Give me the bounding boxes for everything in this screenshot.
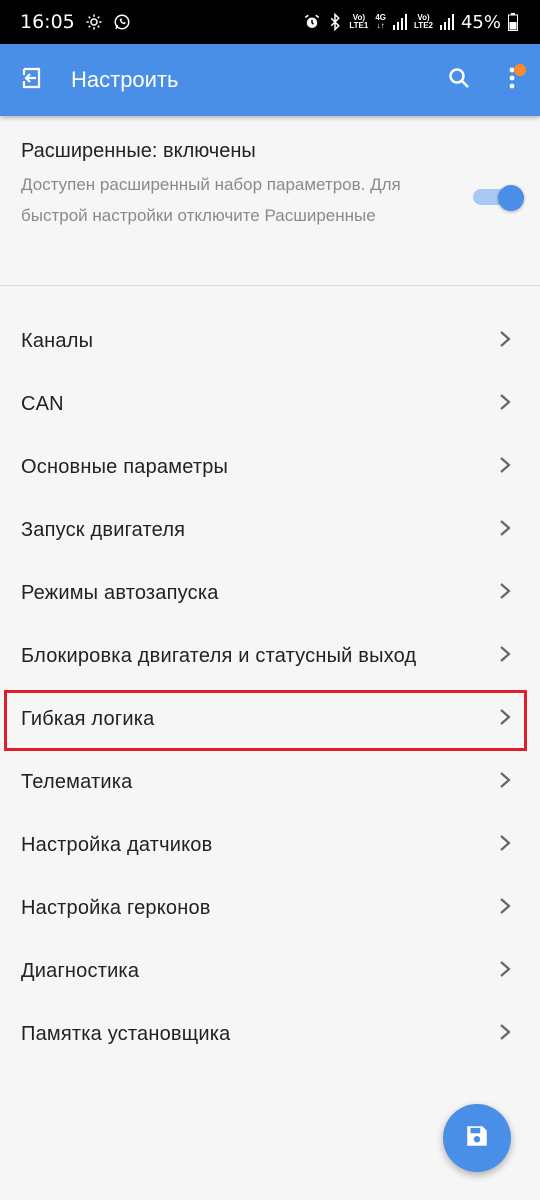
menu-item-sensors[interactable]: Настройка датчиков (0, 814, 540, 877)
bluetooth-icon (328, 13, 342, 31)
chevron-right-icon (500, 771, 511, 788)
menu-item-label: Запуск двигателя (21, 519, 186, 541)
chevron-right-icon (500, 960, 511, 977)
menu-item-engine-start[interactable]: Запуск двигателя (0, 499, 540, 562)
menu-item-label: Каналы (21, 330, 94, 352)
menu-item-flex-logic[interactable]: Гибкая логика (0, 688, 540, 751)
network-type: 4G ↓↑ (375, 13, 387, 30)
menu-item-channels[interactable]: Каналы (0, 310, 540, 373)
alarm-icon (303, 13, 321, 31)
chevron-right-icon (500, 897, 511, 914)
signal-icon (393, 14, 408, 30)
sim1-volte: Vo) LTE1 (349, 13, 369, 30)
advanced-title: Расширенные: включены (21, 140, 256, 162)
menu-item-label: Основные параметры (21, 456, 229, 478)
search-icon (447, 66, 471, 95)
status-time: 16:05 (20, 11, 75, 33)
chevron-right-icon (500, 519, 511, 536)
menu-item-label: Настройка герконов (21, 897, 211, 919)
signal-icon (439, 14, 454, 30)
menu-item-label: Режимы автозапуска (21, 582, 219, 604)
menu-item-label: CAN (21, 393, 64, 415)
exit-icon (20, 66, 44, 95)
page-title: Настроить (71, 67, 179, 92)
menu-item-label: Гибкая логика (21, 708, 155, 730)
battery-percent: 45% (460, 11, 501, 33)
save-icon (464, 1123, 490, 1154)
menu-item-label: Диагностика (21, 960, 140, 982)
menu-item-label: Памятка установщика (21, 1023, 231, 1045)
menu-item-engine-block[interactable]: Блокировка двигателя и статусный выход (0, 625, 540, 688)
chevron-right-icon (500, 834, 511, 851)
menu-item-label: Блокировка двигателя и статусный выход (21, 645, 417, 667)
app-bar: Настроить (0, 44, 540, 116)
status-bar: 16:05 Vo) LTE1 4G ↓↑ Vo) LTE2 45% (0, 0, 540, 44)
menu-item-reed-switches[interactable]: Настройка герконов (0, 877, 540, 940)
gear-icon (85, 13, 103, 31)
whatsapp-icon (113, 13, 131, 31)
menu-item-can[interactable]: CAN (0, 373, 540, 436)
toggle-thumb (498, 185, 524, 211)
chevron-right-icon (500, 393, 511, 410)
chevron-right-icon (500, 456, 511, 473)
menu-item-telematics[interactable]: Телематика (0, 751, 540, 814)
chevron-right-icon (500, 708, 511, 725)
more-options-button[interactable] (484, 44, 540, 116)
search-button[interactable] (434, 44, 484, 116)
chevron-right-icon (500, 330, 511, 347)
status-left: 16:05 (20, 11, 131, 33)
exit-button[interactable] (0, 44, 64, 116)
divider (0, 285, 540, 286)
sim2-volte: Vo) LTE2 (414, 13, 433, 30)
advanced-toggle[interactable] (473, 185, 524, 211)
save-button[interactable] (443, 1104, 511, 1172)
menu-item-installer-memo[interactable]: Памятка установщика (0, 1003, 540, 1066)
menu-item-label: Настройка датчиков (21, 834, 213, 856)
chevron-right-icon (500, 645, 511, 662)
notification-dot (514, 64, 526, 76)
menu-item-main-params[interactable]: Основные параметры (0, 436, 540, 499)
chevron-right-icon (500, 582, 511, 599)
menu-item-autostart-modes[interactable]: Режимы автозапуска (0, 562, 540, 625)
advanced-settings-row[interactable]: Расширенные: включены Доступен расширенн… (0, 116, 540, 286)
chevron-right-icon (500, 1023, 511, 1040)
settings-menu-list: Каналы CAN Основные параметры Запуск дви… (0, 310, 540, 1066)
battery-icon (508, 13, 518, 31)
status-right: Vo) LTE1 4G ↓↑ Vo) LTE2 45% (303, 12, 518, 33)
menu-item-diagnostics[interactable]: Диагностика (0, 940, 540, 1003)
advanced-description: Доступен расширенный набор параметров. Д… (21, 175, 401, 225)
menu-item-label: Телематика (21, 771, 133, 793)
